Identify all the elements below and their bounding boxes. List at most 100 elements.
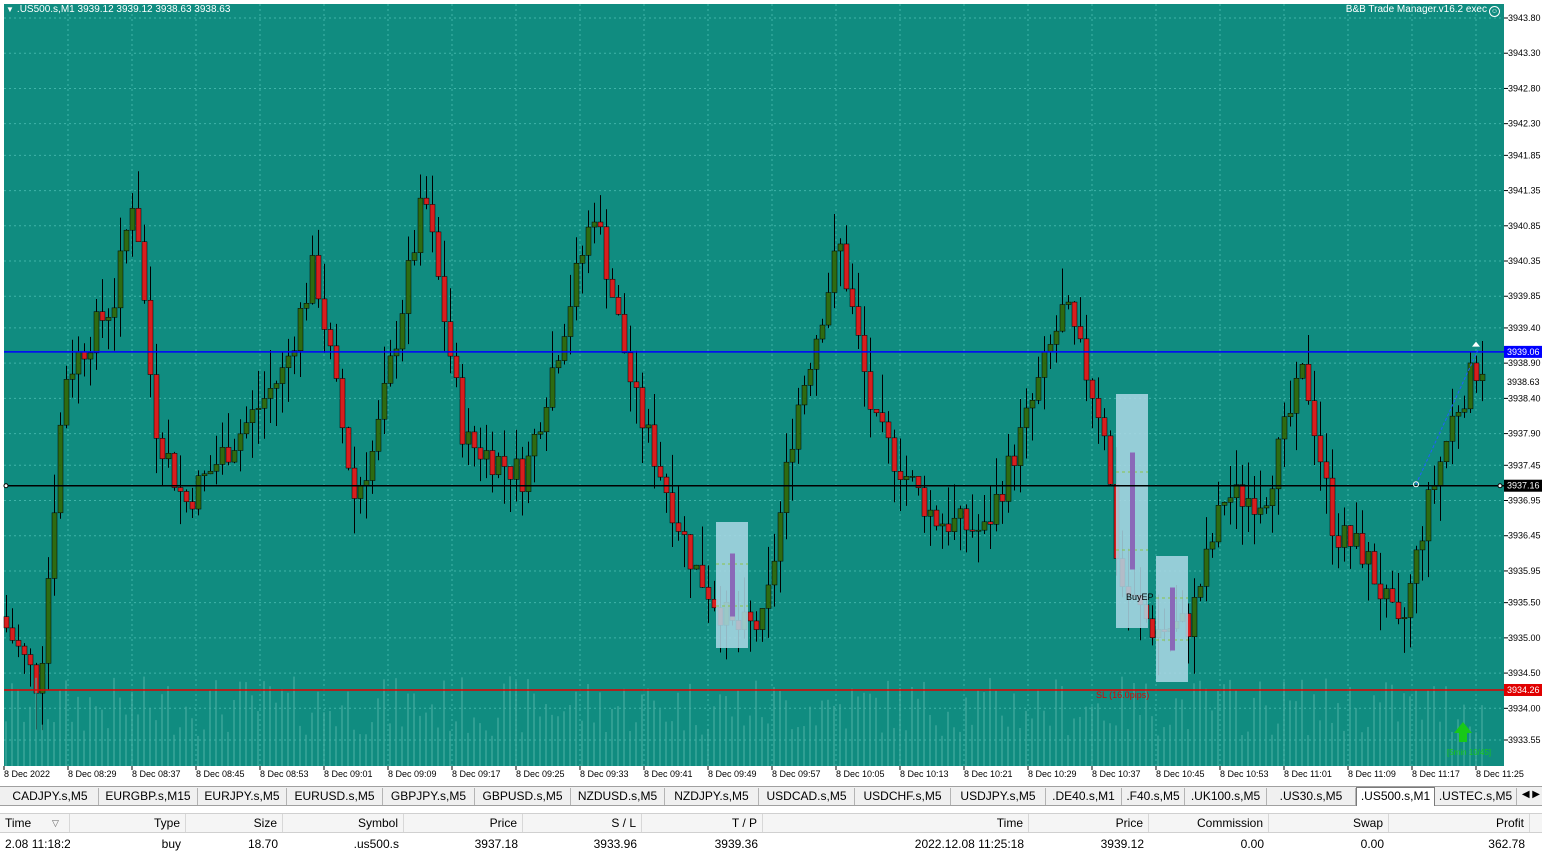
candle-bear [321, 298, 328, 330]
chart-symbol-info: ▼ .US500.s,M1 3939.12 3939.12 3938.63 393… [6, 4, 230, 15]
dropdown-arrow-icon[interactable]: ▼ [6, 5, 14, 14]
tab-nzdjpy-s-m5[interactable]: NZDJPY.s,M5 [665, 788, 759, 805]
y-tick-label: 3942.30 [1508, 119, 1541, 129]
price-chart[interactable]: 3943.80 3943.30 3942.80 3942.30 3941.85 3941.… [0, 0, 1542, 786]
y-tick-label: 3936.45 [1508, 531, 1541, 541]
x-tick-label: 8 Dec 09:09 [388, 769, 437, 779]
candle-bull [39, 663, 46, 694]
y-tick-label: 3943.30 [1508, 48, 1541, 58]
column-header-time[interactable]: Time [763, 814, 1029, 832]
tab-usdchf-s-m5[interactable]: USDCHF.s,M5 [855, 788, 951, 805]
volume-bar [1199, 680, 1201, 766]
tab-gbpjpy-s-m5[interactable]: GBPJPY.s,M5 [383, 788, 475, 805]
column-header-t-p[interactable]: T / P [642, 814, 763, 832]
candle-bull [309, 255, 316, 304]
tab-ustec-s-m5[interactable]: .USTEC.s,M5 [1435, 788, 1517, 805]
candle-bull [1035, 377, 1042, 401]
cell-type: buy [161, 837, 181, 851]
candle-bear [81, 351, 88, 360]
x-tick-label: 8 Dec 2022 [4, 769, 50, 779]
sort-icon[interactable]: ▽ [52, 814, 59, 832]
volume-bar [41, 724, 43, 766]
tab-uk100-s-m5[interactable]: .UK100.s,M5 [1185, 788, 1267, 805]
tab-nzdusd-s-m5[interactable]: NZDUSD.s,M5 [571, 788, 665, 805]
volume-bar [209, 690, 211, 766]
candle-bull [1425, 489, 1432, 542]
candle-bear [969, 529, 976, 532]
tab-us30-s-m5[interactable]: .US30.s,M5 [1267, 788, 1356, 805]
candle-bear [501, 456, 508, 467]
candle-bull [1245, 498, 1252, 507]
volume-bar [419, 715, 421, 766]
y-tick-label: 3936.95 [1508, 496, 1541, 506]
plot-background [4, 4, 1504, 766]
line-handle-left[interactable] [3, 483, 9, 489]
volume-bar [635, 722, 637, 766]
candle-bear [159, 438, 166, 460]
tab-usdjpy-s-m5[interactable]: USDJPY.s,M5 [951, 788, 1046, 805]
column-header-swap[interactable]: Swap [1269, 814, 1389, 832]
tab-cadjpy-s-m5[interactable]: CADJPY.s,M5 [2, 788, 99, 805]
candle-bull [1257, 507, 1264, 515]
candle-bear [1251, 498, 1258, 515]
volume-bar [251, 695, 253, 766]
column-header-price[interactable]: Price [404, 814, 523, 832]
candle-bull [297, 307, 304, 352]
tab-f40-s-m5[interactable]: .F40.s,M5 [1122, 788, 1185, 805]
candle-bull [69, 373, 76, 380]
volume-bar [677, 692, 679, 766]
volume-bar [407, 693, 409, 766]
column-header-commission[interactable]: Commission [1149, 814, 1269, 832]
tab-de40-s-m1[interactable]: .DE40.s,M1 [1046, 788, 1122, 805]
tab-gbpusd-s-m5[interactable]: GBPUSD.s,M5 [475, 788, 571, 805]
column-header-s-l[interactable]: S / L [523, 814, 642, 832]
buy-entry-label: BuyEP [1126, 592, 1154, 602]
column-header-size[interactable]: Size [186, 814, 283, 832]
candle-bull [579, 255, 586, 264]
column-header-profit[interactable]: Profit [1389, 814, 1530, 832]
volume-bar [1325, 678, 1327, 766]
tab-us500-s-m1[interactable]: .US500.s,M1 [1356, 787, 1435, 806]
candle-bear [615, 297, 622, 315]
line-handle-right[interactable] [1497, 483, 1503, 489]
volume-bar [1073, 718, 1075, 766]
candle-bear [657, 466, 664, 478]
x-tick-label: 8 Dec 11:01 [1284, 769, 1332, 779]
volume-bar [311, 712, 313, 766]
volume-bar [689, 683, 691, 766]
candle-bear [849, 288, 856, 307]
candle-bear [453, 355, 460, 378]
symbol-tabs-bar: CADJPY.s,M5 EURGBP.s,M15 EURJPY.s,M5 EURUSD… [0, 786, 1542, 806]
tab-eurusd-s-m5[interactable]: EURUSD.s,M5 [287, 788, 383, 805]
candle-bull [195, 475, 202, 510]
x-tick-label: 8 Dec 10:05 [836, 769, 885, 779]
tab-scroll-arrows-icon[interactable]: ◀ ▶ [1522, 789, 1540, 800]
tab-eurjpy-s-m5[interactable]: EURJPY.s,M5 [198, 788, 287, 805]
candle-bull [1041, 351, 1048, 378]
chart-canvas[interactable]: 3943.80 3943.30 3942.80 3942.30 3941.85 3941.… [0, 0, 1542, 786]
candle-bear [441, 276, 448, 322]
column-header-price[interactable]: Price [1029, 814, 1149, 832]
volume-bar [629, 730, 631, 766]
volume-bar [1367, 726, 1369, 766]
volume-bar [905, 730, 907, 766]
volume-bar [389, 723, 391, 766]
candle-bear [183, 491, 190, 502]
candle-bear [675, 522, 682, 532]
candle-bear [1107, 435, 1114, 485]
table-row[interactable]: 2.08 11:18:28 buy 18.70 .us500.s 3937.18 3933… [0, 835, 1542, 854]
tab-eurgbp-s-m15[interactable]: EURGBP.s,M15 [99, 788, 198, 805]
volume-bar [1157, 735, 1159, 766]
column-header-time[interactable]: Time ▽ [0, 814, 70, 832]
column-header-symbol[interactable]: Symbol [283, 814, 404, 832]
y-tick-label: 3938.40 [1508, 393, 1541, 403]
volume-bar [221, 714, 223, 766]
tab-usdcad-s-m5[interactable]: USDCAD.s,M5 [759, 788, 855, 805]
candle-bull [819, 324, 826, 340]
column-header-type[interactable]: Type [70, 814, 186, 832]
y-tick-label: 3939.85 [1508, 291, 1541, 301]
candle-bull [357, 485, 364, 499]
candle-bear [627, 352, 634, 383]
y-tick-label: 3943.80 [1508, 13, 1541, 23]
candle-bull [75, 351, 82, 375]
